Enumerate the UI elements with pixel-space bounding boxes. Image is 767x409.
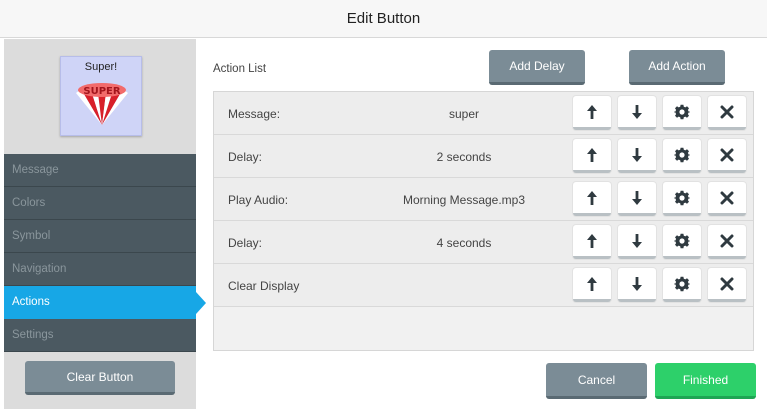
gear-icon (674, 104, 690, 119)
sidebar-menu: Message Colors Symbol Navigation Actions… (4, 154, 206, 352)
action-row: Delay: 2 seconds (214, 135, 753, 178)
move-down-button[interactable] (618, 268, 656, 302)
sidebar-item-label: Symbol (12, 230, 51, 242)
close-icon (720, 105, 734, 118)
move-up-button[interactable] (573, 268, 611, 302)
delete-action-button[interactable] (708, 139, 746, 173)
button-preview: Super! SUPER (60, 56, 142, 136)
move-up-button[interactable] (573, 182, 611, 216)
action-value: Morning Message.mp3 (402, 193, 526, 207)
action-list: Message: super Delay: 2 seconds Play Aud… (213, 91, 754, 351)
arrow-up-icon (587, 276, 597, 291)
action-list-label: Action List (213, 63, 267, 75)
cancel-button[interactable]: Cancel (546, 363, 647, 399)
sidebar-item-message[interactable]: Message (4, 154, 196, 187)
sidebar-item-label: Message (12, 164, 59, 176)
sidebar-item-settings[interactable]: Settings (4, 319, 196, 352)
close-icon (720, 148, 734, 161)
delete-action-button[interactable] (708, 225, 746, 259)
action-row: Play Audio: Morning Message.mp3 (214, 178, 753, 221)
action-settings-button[interactable] (663, 182, 701, 216)
delete-action-button[interactable] (708, 268, 746, 302)
action-label: Message: (228, 107, 281, 121)
move-down-button[interactable] (618, 139, 656, 173)
move-down-button[interactable] (618, 182, 656, 216)
svg-text:SUPER: SUPER (83, 86, 120, 97)
arrow-up-icon (587, 233, 597, 248)
action-settings-button[interactable] (663, 96, 701, 130)
main-panel: Action List Add Delay Add Action Message… (196, 39, 767, 409)
action-label: Delay: (228, 236, 263, 250)
action-label: Play Audio: (228, 193, 289, 207)
close-icon (720, 191, 734, 204)
title-bar: Edit Button (0, 0, 767, 38)
move-up-button[interactable] (573, 225, 611, 259)
sidebar-item-label: Actions (12, 296, 50, 308)
action-settings-button[interactable] (663, 225, 701, 259)
action-label: Delay: (228, 150, 263, 164)
arrow-down-icon (632, 190, 642, 205)
add-delay-button[interactable]: Add Delay (489, 50, 585, 85)
arrow-down-icon (632, 147, 642, 162)
action-row: Clear Display (214, 264, 753, 307)
super-burst-icon: SUPER (76, 83, 128, 125)
finished-button[interactable]: Finished (655, 363, 756, 399)
gear-icon (674, 147, 690, 162)
arrow-down-icon (632, 233, 642, 248)
dialog-title: Edit Button (346, 10, 421, 27)
sidebar-item-label: Navigation (12, 263, 67, 275)
action-value: super (448, 107, 480, 121)
clear-button[interactable]: Clear Button (25, 361, 175, 395)
preview-label: Super! (84, 61, 118, 73)
sidebar-item-navigation[interactable]: Navigation (4, 253, 196, 286)
add-action-button[interactable]: Add Action (629, 50, 725, 85)
close-icon (720, 234, 734, 247)
move-down-button[interactable] (618, 225, 656, 259)
gear-icon (674, 233, 690, 248)
delete-action-button[interactable] (708, 96, 746, 130)
gear-icon (674, 276, 690, 291)
action-settings-button[interactable] (663, 139, 701, 173)
move-up-button[interactable] (573, 96, 611, 130)
delete-action-button[interactable] (708, 182, 746, 216)
sidebar-item-symbol[interactable]: Symbol (4, 220, 196, 253)
sidebar: Super! SUPER Message Colors Symbol Navig… (4, 39, 206, 409)
action-value: 4 seconds (436, 236, 492, 250)
close-icon (720, 277, 734, 290)
arrow-up-icon (587, 190, 597, 205)
move-up-button[interactable] (573, 139, 611, 173)
action-row: Message: super (214, 92, 753, 135)
action-settings-button[interactable] (663, 268, 701, 302)
sidebar-item-actions[interactable]: Actions (4, 286, 206, 319)
action-row: Delay: 4 seconds (214, 221, 753, 264)
sidebar-item-label: Colors (12, 197, 46, 209)
move-down-button[interactable] (618, 96, 656, 130)
sidebar-item-colors[interactable]: Colors (4, 187, 196, 220)
gear-icon (674, 190, 690, 205)
arrow-down-icon (632, 104, 642, 119)
arrow-up-icon (587, 104, 597, 119)
action-value: 2 seconds (436, 150, 492, 164)
arrow-down-icon (632, 276, 642, 291)
sidebar-item-label: Settings (12, 329, 54, 341)
arrow-up-icon (587, 147, 597, 162)
action-label: Clear Display (228, 279, 300, 293)
